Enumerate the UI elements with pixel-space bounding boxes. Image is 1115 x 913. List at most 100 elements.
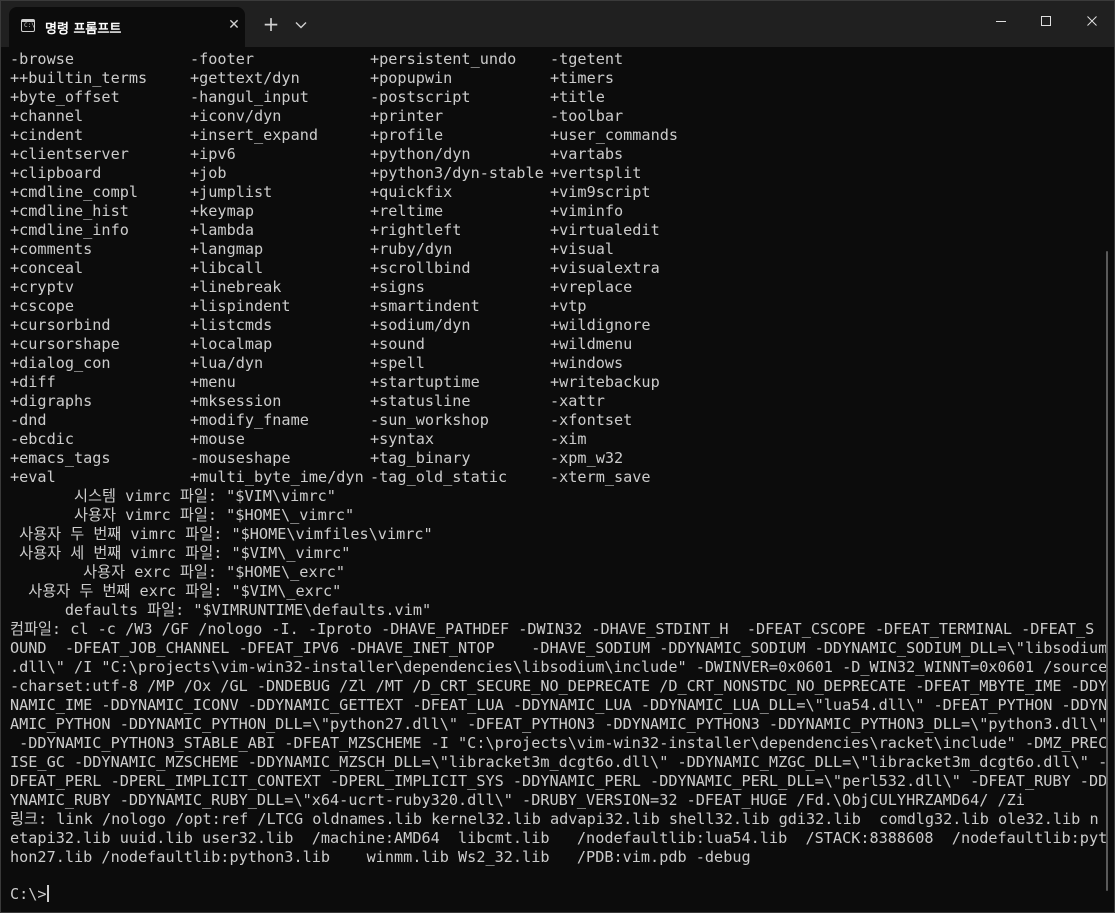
feature-row: +digraphs +mksession +statusline -xattr — [10, 392, 1100, 411]
feature-item: -tgetent — [550, 50, 624, 68]
feature-item: +modify_fname — [190, 411, 309, 429]
feature-item: +lispindent — [190, 297, 291, 315]
feature-item: +syntax — [370, 430, 435, 448]
feature-item: +mksession — [190, 392, 282, 410]
feature-item: -mouseshape — [190, 449, 291, 467]
feature-item: +vreplace — [550, 278, 633, 296]
feature-item: +comments — [10, 240, 93, 258]
feature-item: +cmdline_hist — [10, 202, 129, 220]
feature-row: +channel +iconv/dyn +printer -toolbar — [10, 107, 1100, 126]
compile-line: .dll\" /I "C:\projects\vim-win32-install… — [10, 658, 1108, 676]
feature-row: +cmdline_info +lambda +rightleft +virtualed… — [10, 221, 1100, 240]
feature-item: ++builtin_terms — [10, 69, 148, 87]
feature-item: +wildignore — [550, 316, 651, 334]
feature-item: +persistent_undo — [370, 50, 517, 68]
minimize-icon[interactable] — [978, 1, 1024, 41]
feature-item: +signs — [370, 278, 425, 296]
feature-item: +clipboard — [10, 164, 102, 182]
feature-row: +byte_offset -hangul_input -postscript +tit… — [10, 88, 1100, 107]
feature-item: +multi_byte_ime/dyn — [190, 468, 364, 486]
compile-line: AMIC_PYTHON -DDYNAMIC_PYTHON_DLL=\"pytho… — [10, 715, 1108, 733]
feature-item: +python/dyn — [370, 145, 471, 163]
feature-item: +rightleft — [370, 221, 462, 239]
feature-item: +sound — [370, 335, 425, 353]
feature-item: +gettext/dyn — [190, 69, 300, 87]
feature-item: +cryptv — [10, 278, 75, 296]
feature-item: +statusline — [370, 392, 471, 410]
feature-item: -xattr — [550, 392, 605, 410]
feature-row: +cmdline_hist +keymap +reltime +viminfo — [10, 202, 1100, 221]
feature-item: -browse — [10, 50, 75, 68]
feature-item: +title — [550, 88, 605, 106]
feature-item: +digraphs — [10, 392, 93, 410]
feature-item: +cmdline_info — [10, 221, 129, 239]
feature-item: +cursorshape — [10, 335, 120, 353]
feature-item: +clientserver — [10, 145, 129, 163]
feature-row: +cscope +lispindent +smartindent +vtp — [10, 297, 1100, 316]
feature-item: +listcmds — [190, 316, 273, 334]
feature-item: +jumplist — [190, 183, 273, 201]
feature-item: +linebreak — [190, 278, 282, 296]
feature-item: -ebcdic — [10, 430, 75, 448]
new-tab-button[interactable]: + — [260, 13, 282, 35]
maximize-icon[interactable] — [1023, 1, 1069, 41]
feature-item: +localmap — [190, 335, 273, 353]
feature-item: +cursorbind — [10, 316, 111, 334]
compile-line: 컴파일: cl -c /W3 /GF /nologo -I. -Iproto -… — [10, 620, 1095, 638]
feature-item: -tag_old_static — [370, 468, 508, 486]
feature-item: +scrollbind — [370, 259, 471, 277]
feature-item: +job — [190, 164, 227, 182]
terminal-window: C:\ 명령 프롬프트 ✕ + -browse -footer +persisten… — [0, 0, 1115, 913]
feature-row: +cindent +insert_expand +profile +user_comm… — [10, 126, 1100, 145]
feature-item: +channel — [10, 107, 84, 125]
feature-item: +sodium/dyn — [370, 316, 471, 334]
feature-item: +diff — [10, 373, 56, 391]
title-bar: C:\ 명령 프롬프트 ✕ + — [1, 1, 1114, 47]
feature-row: +diff +menu +startuptime +writebackup — [10, 373, 1100, 392]
chevron-down-icon[interactable] — [291, 15, 311, 35]
feature-row: +emacs_tags -mouseshape +tag_binary -xpm_w3… — [10, 449, 1100, 468]
compile-line: -DDYNAMIC_PYTHON3_STABLE_ABI -DFEAT_MZSC… — [10, 734, 1108, 752]
command-prompt-line[interactable]: C:\> — [10, 885, 49, 904]
feature-item: +profile — [370, 126, 444, 144]
feature-row: +comments +langmap +ruby/dyn +visual — [10, 240, 1100, 259]
feature-item: +libcall — [190, 259, 264, 277]
compile-line: ISE_GC -DDYNAMIC_MZSCHEME -DDYNAMIC_MZSC… — [10, 753, 1108, 771]
compile-line: YNAMIC_RUBY -DDYNAMIC_RUBY_DLL=\"x64-ucr… — [10, 791, 1025, 809]
window-close-icon[interactable] — [1069, 1, 1115, 41]
feature-item: +writebackup — [550, 373, 660, 391]
feature-item: +keymap — [190, 202, 255, 220]
compile-line: NAMIC_IME -DDYNAMIC_ICONV -DDYNAMIC_GETT… — [10, 696, 1108, 714]
feature-item: +langmap — [190, 240, 264, 258]
feature-item: +viminfo — [550, 202, 624, 220]
feature-item: +virtualedit — [550, 221, 660, 239]
feature-item: +cscope — [10, 297, 75, 315]
feature-item: +byte_offset — [10, 88, 120, 106]
feature-item: +vertsplit — [550, 164, 642, 182]
link-line: etapi32.lib uuid.lib user32.lib /machine… — [10, 829, 1108, 847]
compile-line: -charset:utf-8 /MP /Ox /GL -DNDEBUG /Zl … — [10, 677, 1108, 695]
feature-item: +windows — [550, 354, 624, 372]
feature-row: +conceal +libcall +scrollbind +visualextra — [10, 259, 1100, 278]
feature-row: -ebcdic +mouse +syntax -xim — [10, 430, 1100, 449]
feature-row: +cryptv +linebreak +signs +vreplace — [10, 278, 1100, 297]
scrollbar[interactable] — [1106, 251, 1108, 891]
feature-item: +spell — [370, 354, 425, 372]
vimrc-line: defaults 파일: "$VIMRUNTIME\defaults.vim" — [10, 601, 432, 619]
tab-command-prompt[interactable]: C:\ 명령 프롬프트 ✕ — [9, 7, 245, 47]
compile-line: DFEAT_PERL -DPERL_IMPLICIT_CONTEXT -DPER… — [10, 772, 1108, 790]
feature-row: +dialog_con +lua/dyn +spell +windows — [10, 354, 1100, 373]
feature-item: -xim — [550, 430, 587, 448]
vimrc-line: 시스템 vimrc 파일: "$VIM\vimrc" — [10, 487, 336, 505]
feature-row: -dnd +modify_fname -sun_workshop -xfontset — [10, 411, 1100, 430]
feature-row: -browse -footer +persistent_undo -tgetent — [10, 50, 1100, 69]
terminal-output[interactable]: -browse -footer +persistent_undo -tgetent ++… — [10, 50, 1108, 867]
vimrc-line: 사용자 vimrc 파일: "$HOME\_vimrc" — [10, 506, 355, 524]
feature-item: -postscript — [370, 88, 471, 106]
feature-item: +eval — [10, 468, 56, 486]
feature-item: -sun_workshop — [370, 411, 489, 429]
close-icon[interactable]: ✕ — [225, 16, 243, 34]
feature-item: +visual — [550, 240, 615, 258]
feature-row: +cursorshape +localmap +sound +wildmenu — [10, 335, 1100, 354]
feature-item: -footer — [190, 50, 255, 68]
